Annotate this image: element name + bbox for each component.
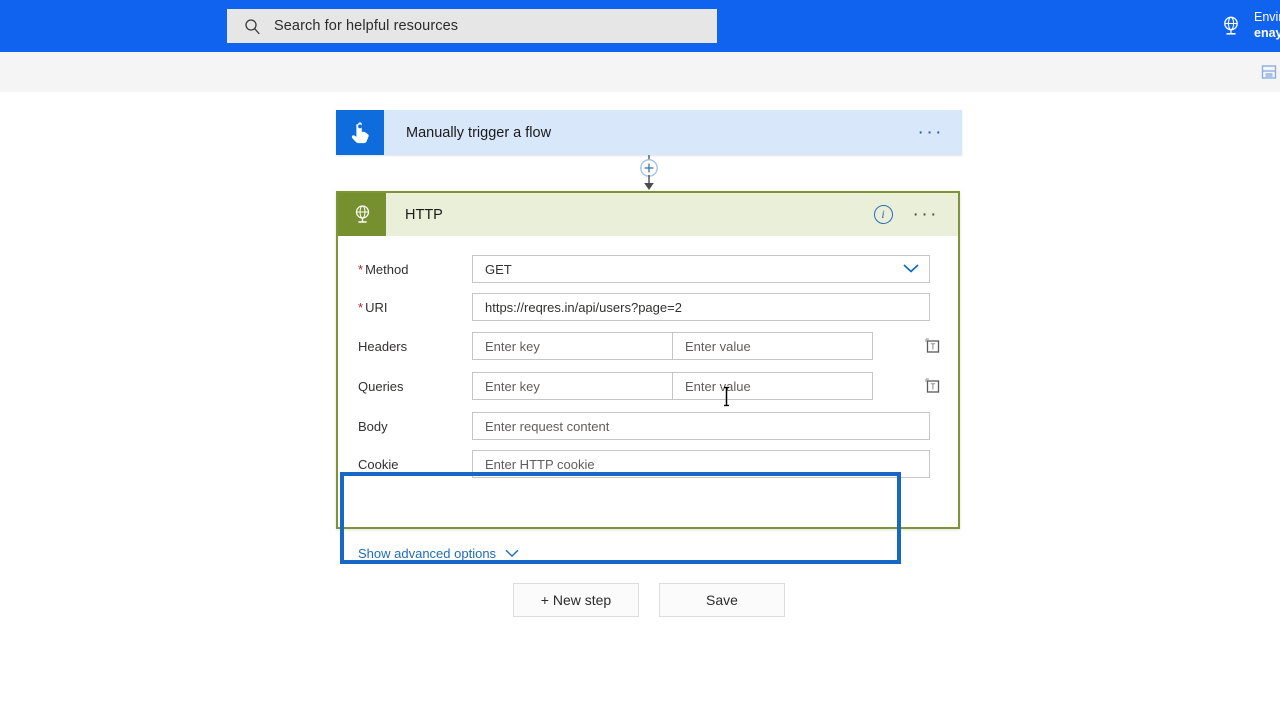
add-step-plus-icon[interactable] xyxy=(636,155,662,191)
label-headers: Headers xyxy=(338,339,472,354)
switch-to-text-mode-icon[interactable]: T xyxy=(924,337,942,355)
environment-label: Enviro xyxy=(1254,10,1280,26)
headers-key-input[interactable]: Enter key xyxy=(472,332,673,360)
queries-value-placeholder: Enter value xyxy=(685,379,751,394)
action-card-http[interactable]: HTTP i ··· *Method GET xyxy=(336,191,960,529)
show-advanced-options-link[interactable]: Show advanced options xyxy=(358,546,519,561)
cookie-input[interactable]: Enter HTTP cookie xyxy=(472,450,930,478)
save-button[interactable]: Save xyxy=(659,583,785,617)
action-card-header[interactable]: HTTP i ··· xyxy=(338,193,958,236)
headers-key-placeholder: Enter key xyxy=(485,339,540,354)
command-bar xyxy=(0,52,1280,93)
action-title: HTTP xyxy=(405,207,443,223)
environment-name: enay xyxy=(1254,26,1280,42)
body-input[interactable]: Enter request content xyxy=(472,412,930,440)
chevron-down-icon[interactable] xyxy=(903,262,919,277)
svg-text:T: T xyxy=(931,383,936,392)
suite-header-bar: Search for helpful resources Enviro enay xyxy=(0,0,1280,52)
queries-key-input[interactable]: Enter key xyxy=(472,372,673,400)
trigger-card-manually-trigger-a-flow[interactable]: Manually trigger a flow ··· xyxy=(336,110,962,155)
mouse-cursor-ibeam xyxy=(723,386,730,407)
method-dropdown[interactable]: GET xyxy=(472,255,930,283)
switch-to-text-mode-icon[interactable]: T xyxy=(924,377,942,395)
global-search-box[interactable]: Search for helpful resources xyxy=(227,9,717,43)
chevron-down-icon[interactable] xyxy=(505,546,519,561)
headers-keyvalue-group: Enter key Enter value xyxy=(472,332,873,360)
queries-keyvalue-group: Enter key Enter value xyxy=(472,372,873,400)
search-icon xyxy=(244,18,261,35)
trigger-overflow-menu-button[interactable]: ··· xyxy=(918,128,944,138)
uri-input[interactable]: https://reqres.in/api/users?page=2 xyxy=(472,293,930,321)
save-as-flow-icon[interactable] xyxy=(1260,63,1278,81)
action-header-buttons: i ··· xyxy=(874,205,939,224)
uri-value: https://reqres.in/api/users?page=2 xyxy=(485,300,682,315)
form-row-uri: *URI https://reqres.in/api/users?page=2 xyxy=(338,288,958,326)
required-asterisk-method: * xyxy=(358,262,363,277)
queries-value-input[interactable]: Enter value xyxy=(673,372,873,400)
action-overflow-menu-button[interactable]: ··· xyxy=(913,210,939,220)
body-placeholder: Enter request content xyxy=(485,419,609,434)
form-row-queries: Queries Enter key Enter value T xyxy=(338,366,958,406)
label-cookie: Cookie xyxy=(338,457,472,472)
flow-designer-canvas: Manually trigger a flow ··· xyxy=(0,92,1280,720)
label-body: Body xyxy=(338,419,472,434)
form-row-cookie: Cookie Enter HTTP cookie xyxy=(338,446,958,482)
tap-hand-icon xyxy=(336,110,384,155)
suite-header-right-cluster: Enviro enay xyxy=(1218,0,1280,52)
trigger-title: Manually trigger a flow xyxy=(406,125,551,141)
environment-label-group[interactable]: Enviro enay xyxy=(1254,10,1280,41)
search-input-placeholder[interactable]: Search for helpful resources xyxy=(274,18,458,34)
new-step-button[interactable]: + New step xyxy=(513,583,639,617)
label-method: *Method xyxy=(338,262,472,277)
method-value: GET xyxy=(485,262,512,277)
action-card-body: *Method GET *URI https://reqres xyxy=(338,250,958,482)
label-uri: *URI xyxy=(338,300,472,315)
headers-value-placeholder: Enter value xyxy=(685,339,751,354)
environment-globe-icon xyxy=(1218,13,1244,39)
show-advanced-options-label: Show advanced options xyxy=(358,546,496,561)
form-row-headers: Headers Enter key Enter value T xyxy=(338,326,958,366)
required-asterisk-uri: * xyxy=(358,300,363,315)
info-icon[interactable]: i xyxy=(874,205,893,224)
svg-text:T: T xyxy=(931,343,936,352)
globe-icon xyxy=(338,193,386,236)
headers-value-input[interactable]: Enter value xyxy=(673,332,873,360)
cookie-placeholder: Enter HTTP cookie xyxy=(485,457,595,472)
queries-key-placeholder: Enter key xyxy=(485,379,540,394)
flow-footer-buttons: + New step Save xyxy=(513,583,785,617)
form-row-method: *Method GET xyxy=(338,250,958,288)
label-queries: Queries xyxy=(338,379,472,394)
form-row-body: Body Enter request content xyxy=(338,406,958,446)
